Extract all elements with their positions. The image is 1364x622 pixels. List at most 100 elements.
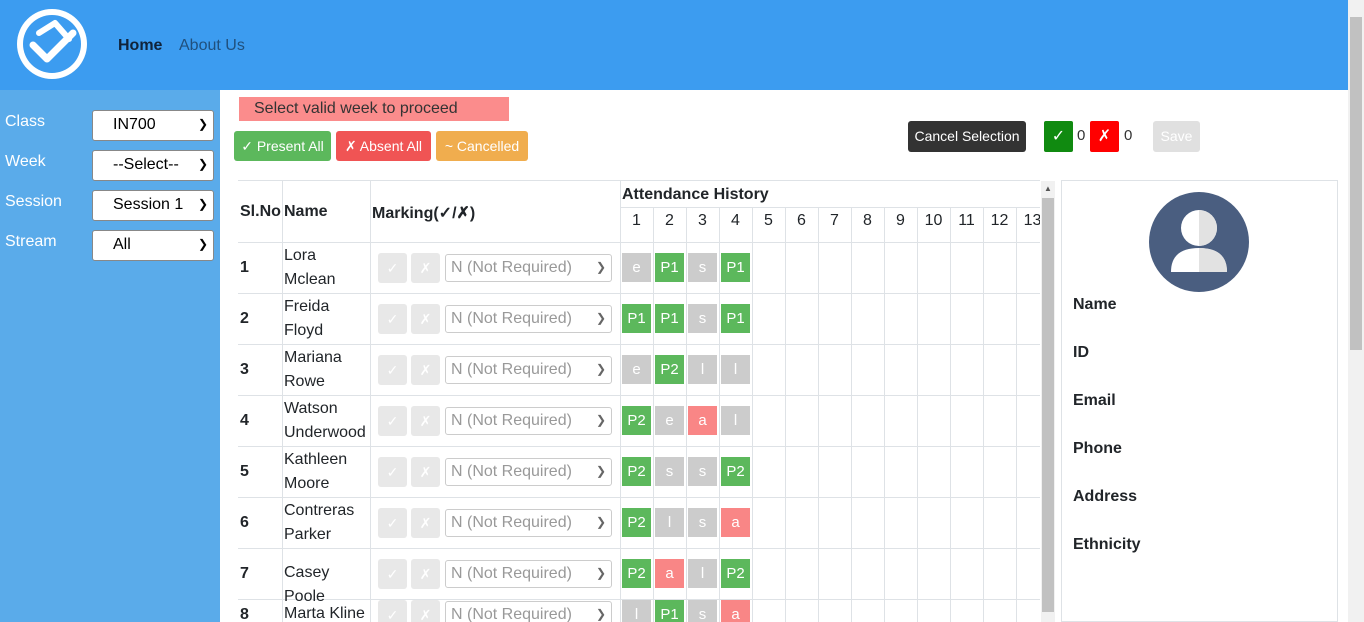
history-cell: l: [721, 355, 750, 384]
mark-absent-button[interactable]: ✗: [411, 304, 440, 334]
sidebar: Class IN700 ❯ Week --Select-- ❯ Session Se…: [0, 90, 220, 622]
stream-label: Stream: [5, 233, 57, 250]
history-header: Attendance History: [622, 186, 769, 203]
mark-present-button[interactable]: ✓: [378, 600, 407, 622]
mark-present-button[interactable]: ✓: [378, 508, 407, 538]
page-scroll-thumb[interactable]: [1350, 17, 1362, 350]
present-count-icon: ✓: [1044, 121, 1073, 152]
chevron-down-icon: ❯: [595, 566, 606, 580]
present-count: 0: [1077, 127, 1086, 144]
chevron-down-icon: ❯: [197, 157, 208, 171]
marking-header: Marking(✓/✗): [372, 205, 476, 222]
student-name[interactable]: Freida Floyd: [284, 295, 370, 343]
student-name[interactable]: Watson Underwood: [284, 397, 370, 445]
profile-address-label: Address: [1073, 488, 1138, 505]
slno-header: Sl.No: [240, 203, 281, 220]
mark-present-button[interactable]: ✓: [378, 355, 407, 385]
week-col-header: 1: [632, 212, 641, 229]
reason-select[interactable]: N (Not Required) ❯: [445, 254, 612, 282]
student-name[interactable]: Kathleen Moore: [284, 448, 370, 496]
student-name[interactable]: Contreras Parker: [284, 499, 370, 547]
mark-present-button[interactable]: ✓: [378, 253, 407, 283]
history-cell: l: [688, 559, 717, 588]
mark-absent-button[interactable]: ✗: [411, 406, 440, 436]
save-button[interactable]: Save: [1153, 121, 1200, 152]
week-col-header: 11: [958, 212, 975, 229]
reason-select[interactable]: N (Not Required) ❯: [445, 407, 612, 435]
history-cell: P2: [622, 406, 651, 435]
week-label: Week: [5, 153, 46, 170]
mark-absent-button[interactable]: ✗: [411, 457, 440, 487]
history-cell: P1: [655, 304, 684, 333]
table-row: 4 Watson Underwood ✓ ✗ N (Not Required) ❯…: [238, 395, 1040, 446]
logo-icon[interactable]: [17, 9, 87, 79]
history-cell: P1: [721, 253, 750, 282]
user-avatar-icon: [1149, 192, 1249, 292]
history-cell: l: [622, 600, 651, 622]
profile-ethnicity-label: Ethnicity: [1073, 536, 1141, 553]
session-select[interactable]: Session 1 ❯: [92, 190, 214, 221]
week-col-header: 4: [731, 212, 740, 229]
reason-select[interactable]: N (Not Required) ❯: [445, 601, 612, 622]
table-scroll-thumb[interactable]: [1042, 198, 1054, 612]
absent-count-icon: ✗: [1090, 121, 1119, 152]
mark-present-button[interactable]: ✓: [378, 559, 407, 589]
profile-name-label: Name: [1073, 296, 1117, 313]
week-select[interactable]: --Select-- ❯: [92, 150, 214, 181]
chevron-down-icon: ❯: [595, 607, 606, 621]
cancel-selection-button[interactable]: Cancel Selection: [908, 121, 1026, 152]
stream-select[interactable]: All ❯: [92, 230, 214, 261]
history-cell: P2: [721, 457, 750, 486]
history-cell: P2: [622, 457, 651, 486]
history-cell: s: [655, 457, 684, 486]
history-cell: P2: [622, 508, 651, 537]
row-number: 8: [240, 606, 249, 622]
chevron-down-icon: ❯: [595, 464, 606, 478]
present-all-button[interactable]: ✓ Present All: [234, 131, 331, 161]
reason-select[interactable]: N (Not Required) ❯: [445, 305, 612, 333]
row-number: 3: [240, 361, 249, 378]
row-number: 7: [240, 565, 249, 582]
history-cell: s: [688, 600, 717, 622]
mark-absent-button[interactable]: ✗: [411, 253, 440, 283]
reason-select[interactable]: N (Not Required) ❯: [445, 509, 612, 537]
history-cell: e: [655, 406, 684, 435]
scroll-up-icon[interactable]: ▲: [1041, 182, 1055, 196]
student-name[interactable]: Lora Mclean: [284, 244, 370, 292]
cancelled-button[interactable]: ~ Cancelled: [436, 131, 528, 161]
mark-absent-button[interactable]: ✗: [411, 508, 440, 538]
table-row: 1 Lora Mclean ✓ ✗ N (Not Required) ❯ e P1 s…: [238, 242, 1040, 293]
reason-select[interactable]: N (Not Required) ❯: [445, 560, 612, 588]
chevron-down-icon: ❯: [595, 260, 606, 274]
reason-select[interactable]: N (Not Required) ❯: [445, 356, 612, 384]
history-cell: s: [688, 508, 717, 537]
history-cell: s: [688, 253, 717, 282]
table-row: 3 Mariana Rowe ✓ ✗ N (Not Required) ❯ e P2…: [238, 344, 1040, 395]
mark-present-button[interactable]: ✓: [378, 457, 407, 487]
row-number: 4: [240, 412, 249, 429]
mark-absent-button[interactable]: ✗: [411, 559, 440, 589]
history-cell: l: [655, 508, 684, 537]
reason-select[interactable]: N (Not Required) ❯: [445, 458, 612, 486]
absent-all-button[interactable]: ✗ Absent All: [336, 131, 431, 161]
history-cell: P2: [622, 559, 651, 588]
mark-present-button[interactable]: ✓: [378, 406, 407, 436]
student-name[interactable]: Marta Kline: [284, 602, 370, 622]
class-select[interactable]: IN700 ❯: [92, 110, 214, 141]
student-name[interactable]: Mariana Rowe: [284, 346, 370, 394]
mark-absent-button[interactable]: ✗: [411, 355, 440, 385]
chevron-down-icon: ❯: [595, 413, 606, 427]
profile-email-label: Email: [1073, 392, 1116, 409]
history-cell: a: [655, 559, 684, 588]
absent-count: 0: [1124, 127, 1133, 144]
week-col-header: 13: [1023, 212, 1040, 229]
week-col-header: 12: [990, 212, 1009, 229]
nav-about-link[interactable]: About Us: [179, 37, 245, 55]
mark-present-button[interactable]: ✓: [378, 304, 407, 334]
history-cell: a: [721, 508, 750, 537]
chevron-down-icon: ❯: [197, 197, 208, 211]
history-cell: l: [721, 406, 750, 435]
week-col-header: 7: [830, 212, 839, 229]
mark-absent-button[interactable]: ✗: [411, 600, 440, 622]
nav-home-link[interactable]: Home: [118, 37, 162, 55]
